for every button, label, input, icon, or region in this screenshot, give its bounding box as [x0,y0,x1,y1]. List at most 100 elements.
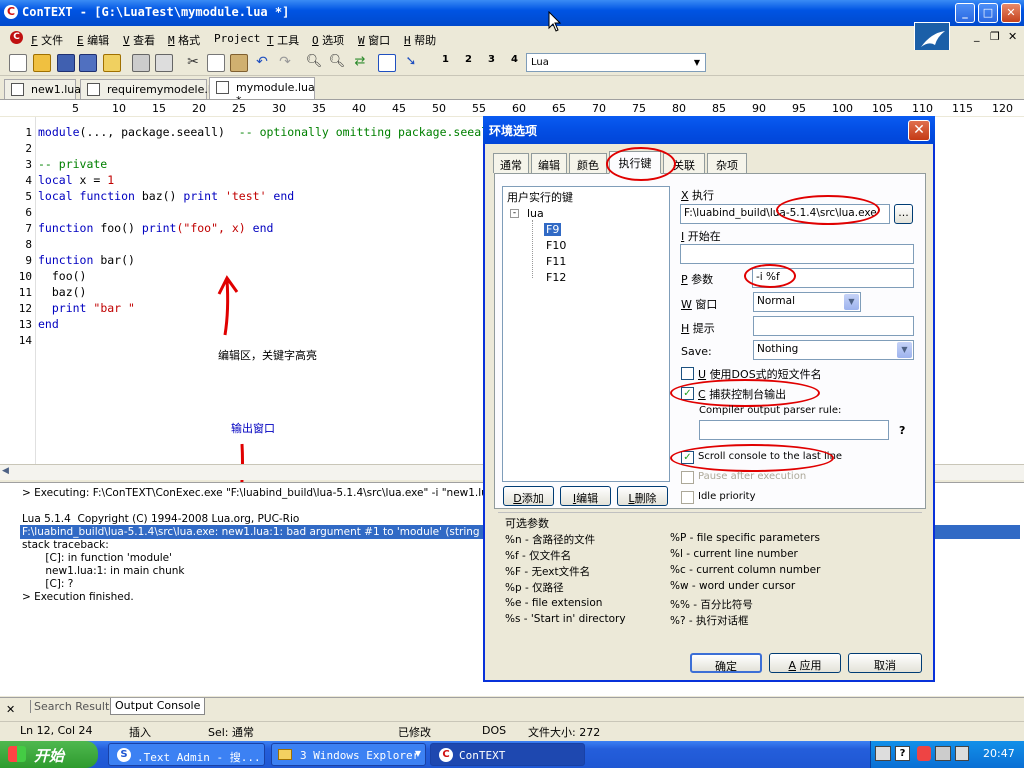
undo-icon[interactable]: ↶ [253,54,271,72]
find-next-icon[interactable]: 🔍︎ [328,54,346,72]
save-icon[interactable] [57,54,75,72]
line-number: 6 [25,206,32,219]
save-select[interactable]: Nothing ▼ [753,340,914,360]
tab-requiremymodele[interactable]: requiremymodele.lua [80,79,225,99]
browse-button[interactable]: ... [894,204,913,224]
menu-tools[interactable]: T 工具 [267,32,299,48]
dos-short-name-checkbox[interactable] [681,367,694,380]
mdi-minimize-button[interactable]: _ [974,29,980,42]
help-icon[interactable]: ? [895,746,910,761]
code-line: local x = 1 [38,173,115,187]
start-in-input[interactable] [680,244,914,264]
tab-output-console[interactable]: Output Console [110,698,206,715]
menu-project[interactable]: Project [214,32,260,45]
menu-format[interactable]: M 格式 [168,32,200,48]
tab-search-results[interactable]: Search Results [30,700,115,713]
ok-button[interactable]: 确定 [690,653,762,673]
dialog-title[interactable]: 环境选项 [483,116,935,144]
user-exec-3-icon[interactable]: 3 [477,54,495,72]
menu-window[interactable]: W 窗口 [358,32,390,48]
parser-rule-input[interactable] [699,420,889,440]
hint-input[interactable] [753,316,914,336]
parser-help-icon[interactable]: ? [899,424,905,437]
tab-colors[interactable]: 颜色 [569,153,607,173]
save-label: Save: [681,345,712,358]
maximize-button[interactable]: □ [978,3,998,23]
tree-node-key[interactable]: F11 [546,255,566,268]
mdi-restore-button[interactable]: ❐ [990,30,1000,43]
open-folder-icon[interactable] [33,54,51,72]
save-all-icon[interactable] [79,54,97,72]
tree-node-key[interactable]: F10 [546,239,566,252]
pause-after-exec-label: Pause after execution [698,471,807,482]
scroll-left-arrow[interactable]: ◀ [2,466,9,476]
keys-tree-title: 用户实行的键 [507,191,573,204]
tab-new1[interactable]: new1.lua [4,79,81,99]
param-ref: %n - 含路径的文件 [505,534,596,546]
open-project-icon[interactable] [103,54,121,72]
clock[interactable]: 20:47 [983,747,1015,760]
tree-collapse-icon[interactable]: - [510,209,519,218]
toggle-bookmark-icon[interactable] [378,54,396,72]
dialog-close-button[interactable]: ✕ [908,120,930,141]
print-icon[interactable] [132,54,150,72]
user-exec-2-icon[interactable]: 2 [454,54,472,72]
cut-icon[interactable]: ✂ [184,54,202,72]
redo-icon[interactable]: ↷ [276,54,294,72]
ruler-tick: 10 [112,102,126,115]
user-exec-1-icon[interactable]: 1 [431,54,449,72]
ruler-tick: 30 [272,102,286,115]
volume-icon[interactable] [955,746,969,761]
menu-app-icon[interactable]: C [10,31,23,44]
idle-priority-checkbox[interactable] [681,491,694,504]
tree-node-lua[interactable]: lua [527,207,544,220]
new-file-icon[interactable] [9,54,27,72]
task-windows-explorer[interactable]: 3 Windows Explorer ▼ [271,743,426,766]
keyboard-icon[interactable] [875,746,891,761]
delete-key-button[interactable]: L删除 [617,486,668,506]
minimize-button[interactable]: _ [955,3,975,23]
menu-help[interactable]: H 帮助 [404,32,436,48]
menu-options[interactable]: O 选项 [312,32,344,48]
tab-general[interactable]: 通常 [493,153,529,173]
goto-icon[interactable]: ➘ [402,54,420,72]
app-icon[interactable]: C [4,5,18,19]
network-icon[interactable] [935,746,951,761]
tab-misc[interactable]: 杂项 [707,153,747,173]
shield-icon[interactable] [917,746,931,761]
line-number: 14 [18,334,32,347]
task-context[interactable]: C ConTEXT [430,743,585,766]
menu-edit[interactable]: E 编辑 [77,32,109,48]
edit-key-button[interactable]: I编辑 [560,486,611,506]
tab-mymodule[interactable]: mymodule.lua * [209,77,315,107]
ruler-tick: 115 [952,102,973,115]
title-bar[interactable]: C ConTEXT - [G:\LuaTest\mymodule.lua *] … [0,0,1024,26]
cancel-button[interactable]: 取消 [848,653,922,673]
exec-keys-tree[interactable] [502,186,670,482]
apply-button[interactable]: A 应用 [769,653,841,673]
paste-icon[interactable] [230,54,248,72]
ruler-tick: 95 [792,102,806,115]
mdi-close-button[interactable]: ✕ [1008,30,1017,43]
task-text-admin[interactable]: S .Text Admin - 搜... [108,743,265,766]
tree-node-key[interactable]: F9 [544,223,562,236]
close-button[interactable]: ✕ [1001,3,1021,23]
menu-view[interactable]: V 查看 [123,32,155,48]
add-key-button[interactable]: D添加 [503,486,554,506]
language-select[interactable]: Lua ▼ [526,53,706,72]
copy-icon[interactable] [207,54,225,72]
user-exec-4-icon[interactable]: 4 [500,54,518,72]
tree-node-key[interactable]: F12 [546,271,566,284]
menu-file[interactable]: F 文件 [31,32,63,48]
replace-icon[interactable]: ⇄ [351,54,369,72]
close-panel-button[interactable]: ✕ [6,703,15,716]
find-icon[interactable]: 🔍︎ [305,54,323,72]
tab-editor[interactable]: 编辑 [531,153,567,173]
windows-logo-icon [8,746,26,762]
line-number: 5 [25,190,32,203]
print-preview-icon[interactable] [155,54,173,72]
ruler-tick: 35 [312,102,326,115]
pause-after-exec-checkbox[interactable] [681,471,694,484]
window-select[interactable]: Normal ▼ [753,292,861,312]
start-button[interactable]: 开始 [0,741,98,768]
